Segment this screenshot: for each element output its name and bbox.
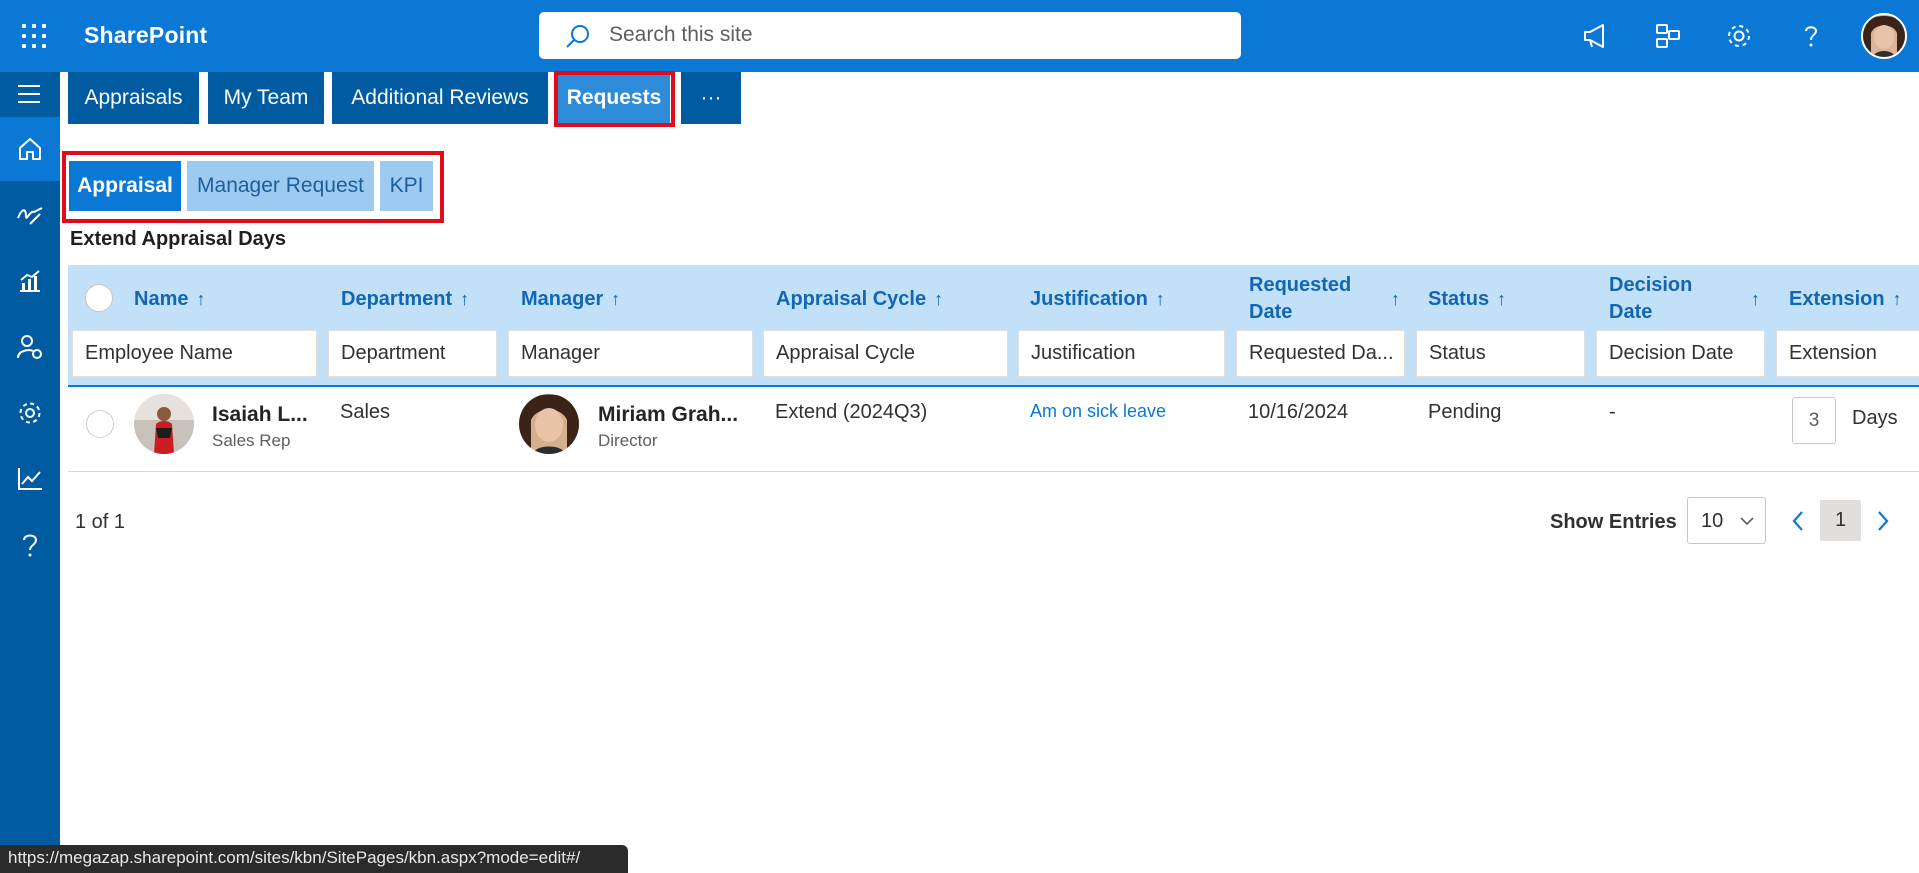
filter-department[interactable]: Department <box>328 330 497 377</box>
header-manager[interactable]: Manager ↑ <box>521 272 620 326</box>
filter-manager[interactable]: Manager <box>508 330 753 377</box>
tab-additional-reviews[interactable]: Additional Reviews <box>332 72 548 124</box>
settings-icon[interactable] <box>1723 20 1755 52</box>
person-gear-icon <box>17 335 42 359</box>
rail-home[interactable] <box>0 117 60 181</box>
rail-people-settings[interactable] <box>0 315 60 379</box>
header-justification[interactable]: Justification ↑ <box>1030 272 1165 326</box>
section-title: Extend Appraisal Days <box>70 228 287 250</box>
extension-input[interactable]: 3 <box>1792 397 1836 444</box>
employee-role: Sales Rep <box>212 431 291 450</box>
tab-more[interactable]: ··· <box>681 72 741 124</box>
rail-settings[interactable] <box>0 381 60 445</box>
rail-reports[interactable] <box>0 249 60 313</box>
header-department[interactable]: Department ↑ <box>341 272 469 326</box>
left-rail <box>0 72 60 873</box>
row-checkbox[interactable] <box>86 410 114 438</box>
rail-help[interactable] <box>0 513 60 577</box>
cell-status: Pending <box>1428 401 1502 423</box>
header-name[interactable]: Name ↑ <box>134 272 205 326</box>
search-box[interactable] <box>539 12 1241 59</box>
app-launcher-icon[interactable] <box>20 22 48 50</box>
share-network-icon[interactable] <box>1652 20 1684 52</box>
trend-icon <box>18 468 42 490</box>
filter-requested-date[interactable]: Requested Da... <box>1236 330 1405 377</box>
header-appraisal-cycle[interactable]: Appraisal Cycle ↑ <box>776 272 943 326</box>
question-icon <box>23 534 38 557</box>
cell-decision-date: - <box>1609 401 1616 423</box>
employee-avatar <box>134 394 194 454</box>
justification-link[interactable]: Am on sick leave <box>1030 401 1166 422</box>
employee-name[interactable]: Isaiah L... <box>212 403 308 427</box>
header-extension[interactable]: Extension ↑ <box>1789 272 1902 326</box>
chevron-right-icon[interactable] <box>1876 510 1890 532</box>
manager-name[interactable]: Miriam Grah... <box>598 403 738 427</box>
manager-role: Director <box>598 431 658 450</box>
extension-unit: Days <box>1852 407 1898 429</box>
rail-sign[interactable] <box>0 183 60 247</box>
filter-employee-name[interactable]: Employee Name <box>72 330 317 377</box>
manager-avatar <box>519 394 579 454</box>
cell-department: Sales <box>340 401 391 423</box>
select-all-checkbox[interactable] <box>85 284 113 312</box>
page-summary: 1 of 1 <box>75 511 126 533</box>
pen-icon <box>17 207 43 225</box>
page-button-current[interactable]: 1 <box>1820 500 1861 541</box>
filter-justification[interactable]: Justification <box>1018 330 1225 377</box>
entries-value: 10 <box>1701 510 1724 532</box>
search-icon <box>566 25 589 48</box>
chart-icon <box>20 270 40 292</box>
home-icon <box>19 138 41 160</box>
gear-icon <box>19 402 41 424</box>
chevron-down-icon <box>1740 517 1754 526</box>
chevron-left-icon[interactable] <box>1791 510 1805 532</box>
filter-status[interactable]: Status <box>1416 330 1585 377</box>
header-decision-date[interactable]: Decision Date ↑ <box>1609 272 1760 326</box>
filter-decision-date[interactable]: Decision Date <box>1596 330 1765 377</box>
megaphone-icon[interactable] <box>1580 20 1612 52</box>
cell-requested-date: 10/16/2024 <box>1248 401 1349 423</box>
cell-appraisal-cycle: Extend (2024Q3) <box>775 401 928 423</box>
hamburger-icon[interactable] <box>18 85 42 109</box>
entries-select[interactable]: 10 <box>1687 497 1766 544</box>
header-divider <box>68 385 1919 387</box>
header-requested-date[interactable]: Requested Date ↑ <box>1249 272 1400 326</box>
filter-extension[interactable]: Extension <box>1776 330 1919 377</box>
show-entries-label: Show Entries <box>1550 511 1677 533</box>
highlight-subtabs <box>62 151 444 223</box>
suite-bar: SharePoint <box>0 0 1919 72</box>
user-avatar[interactable] <box>1861 13 1907 59</box>
rail-analytics[interactable] <box>0 447 60 511</box>
search-input[interactable] <box>609 20 1209 50</box>
brand-title[interactable]: SharePoint <box>84 22 207 49</box>
help-icon[interactable] <box>1795 20 1827 52</box>
highlight-requests <box>554 71 675 127</box>
header-status[interactable]: Status ↑ <box>1428 272 1506 326</box>
tab-appraisals[interactable]: Appraisals <box>68 72 199 124</box>
row-divider <box>68 471 1919 472</box>
status-url: https://megazap.sharepoint.com/sites/kbn… <box>0 845 628 873</box>
tab-my-team[interactable]: My Team <box>208 72 324 124</box>
filter-appraisal-cycle[interactable]: Appraisal Cycle <box>763 330 1008 377</box>
